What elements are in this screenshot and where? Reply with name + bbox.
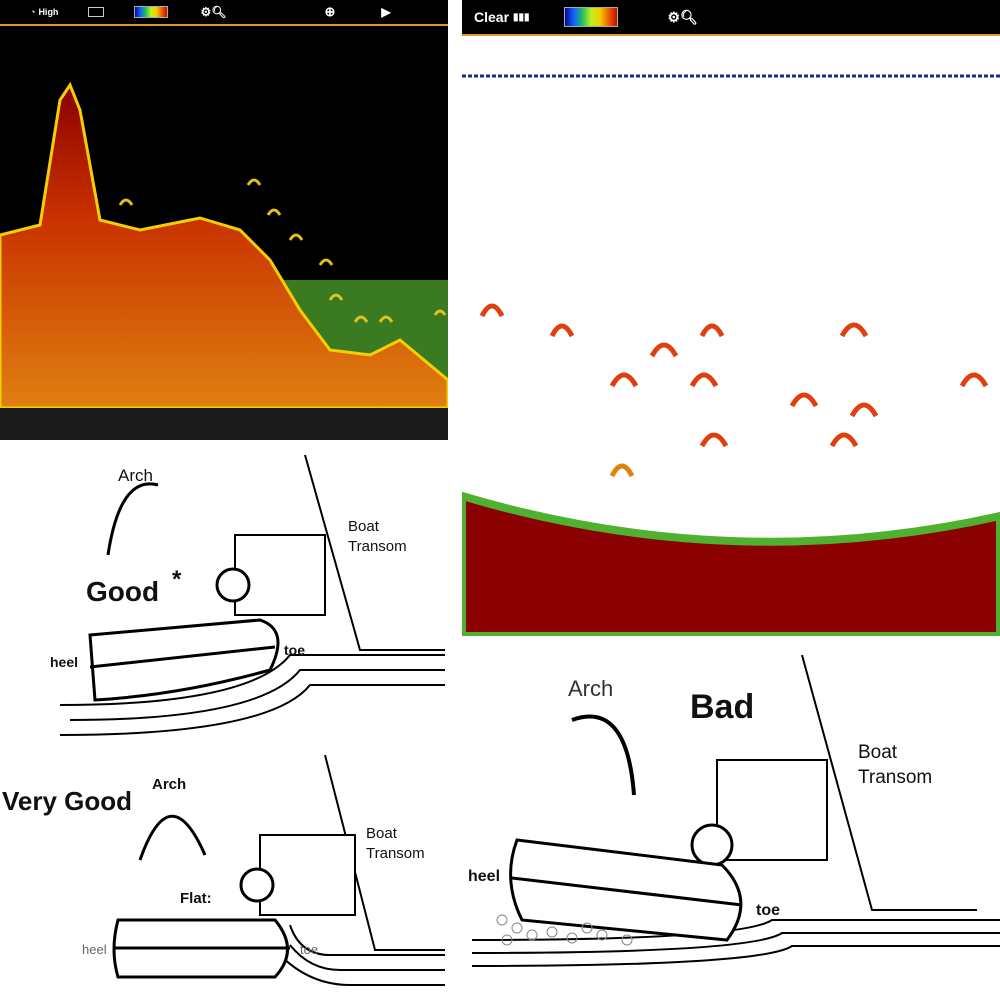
- left-sonar-panel: ◔ High ⚙🔍︎ ⊕ ▶: [0, 0, 448, 440]
- arch-icon: [106, 482, 159, 556]
- arch-label: Arch: [568, 676, 614, 701]
- right-sonar-panel: Clear ▮▮▮ ⚙🔍︎: [462, 0, 1000, 636]
- mode-label[interactable]: Clear: [474, 9, 509, 25]
- right-sonar-toolbar: Clear ▮▮▮ ⚙🔍︎: [462, 0, 1000, 36]
- left-sonar-display: [0, 81, 448, 440]
- transom-label-1: Boat: [348, 518, 379, 535]
- rating-bad: Bad: [690, 688, 755, 726]
- transom-label-1: Boat: [858, 742, 898, 763]
- transom-label-2: Transom: [348, 538, 407, 555]
- toe-label: toe: [300, 942, 319, 957]
- fish-arches: [479, 303, 989, 478]
- transom-label-1: Boat: [366, 825, 397, 842]
- signal-icon[interactable]: ▮▮▮: [513, 12, 530, 23]
- rating-very-good: Very Good: [2, 786, 133, 816]
- heel-label: heel: [50, 654, 79, 670]
- arch-label: Arch: [152, 776, 187, 793]
- asterisk: *: [172, 566, 182, 593]
- heel-label: heel: [82, 942, 107, 957]
- transom-label-2: Transom: [366, 845, 425, 862]
- rating-good: Good: [86, 576, 160, 607]
- transom-label-2: Transom: [858, 767, 933, 788]
- settings-zoom-icon[interactable]: ⚙🔍︎: [668, 9, 698, 26]
- toe-label: toe: [756, 902, 780, 919]
- arch-label: Arch: [118, 466, 153, 485]
- color-scale[interactable]: [563, 7, 618, 27]
- good-diagram: [59, 455, 445, 736]
- toe-label: toe: [284, 642, 305, 658]
- arch-icon: [138, 814, 207, 861]
- right-sonar-display: [462, 74, 1000, 636]
- arch-icon: [571, 714, 636, 796]
- flat-label: Flat:: [180, 890, 212, 907]
- heel-label: heel: [468, 868, 501, 885]
